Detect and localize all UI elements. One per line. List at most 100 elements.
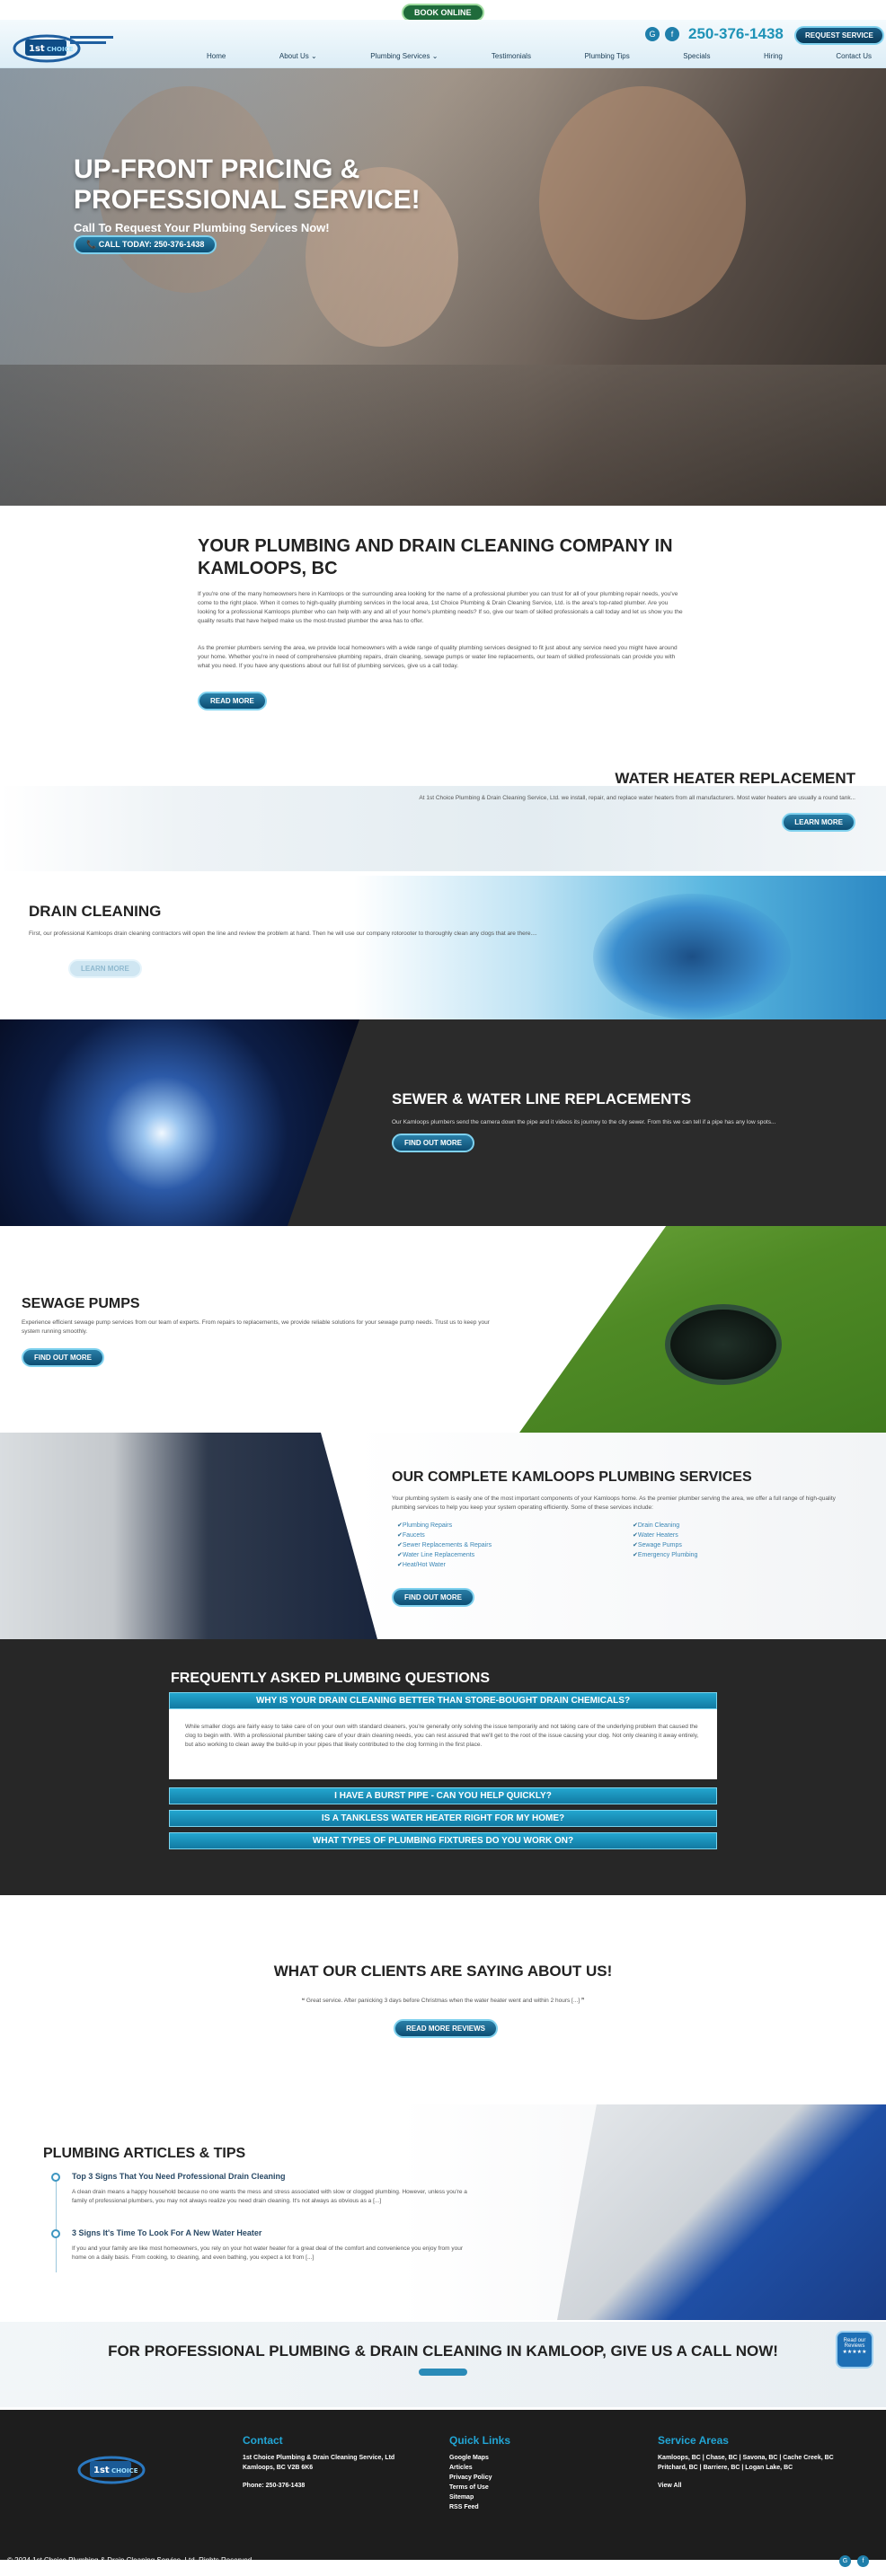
hero-banner	[0, 68, 886, 506]
about-title: YOUR PLUMBING AND DRAIN CLEANING COMPANY…	[198, 536, 673, 578]
services-text: Your plumbing system is easily one of th…	[392, 1495, 836, 1511]
copyright: © 2024 1st Choice Plumbing & Drain Clean…	[7, 2556, 253, 2564]
nav-item-testimonials[interactable]: Testimonials	[492, 52, 531, 60]
request-service-button[interactable]: REQUEST SERVICE	[794, 26, 884, 45]
nav-item-about[interactable]: About Us ⌄	[279, 52, 317, 60]
water-heater-learn-more-button[interactable]: LEARN MORE	[782, 813, 855, 832]
footer-areas-line-2: Pritchard, BC | Barriere, BC | Logan Lak…	[658, 2465, 793, 2471]
company-logo[interactable]: 1st CHOICE	[11, 27, 117, 65]
sewage-text: Experience efficient sewage pump service…	[22, 1319, 490, 1335]
cta-slider-bar[interactable]	[419, 2369, 467, 2376]
facebook-icon[interactable]: f	[857, 2555, 869, 2567]
sewer-find-out-more-button[interactable]: FIND OUT MORE	[392, 1134, 474, 1152]
service-link[interactable]: Water Heaters	[633, 1531, 697, 1540]
service-link[interactable]: Plumbing Repairs	[397, 1521, 492, 1531]
google-icon[interactable]: G	[839, 2555, 851, 2567]
footer-company-name: 1st Choice Plumbing & Drain Cleaning Ser…	[243, 2455, 395, 2461]
call-to-action-banner	[0, 2322, 886, 2407]
plumber-sink-photo	[557, 2104, 886, 2320]
footer-link[interactable]: Terms of Use	[449, 2483, 492, 2492]
footer-areas-line-1: Kamloops, BC | Chase, BC | Savona, BC | …	[658, 2455, 834, 2461]
facebook-icon[interactable]: f	[665, 27, 679, 41]
footer-links-heading: Quick Links	[449, 2434, 511, 2447]
footer-link[interactable]: RSS Feed	[449, 2502, 492, 2512]
services-title: OUR COMPLETE KAMLOOPS PLUMBING SERVICES	[392, 1469, 752, 1485]
nav-item-hiring[interactable]: Hiring	[764, 52, 783, 60]
services-list-right: Drain Cleaning Water Heaters Sewage Pump…	[633, 1521, 698, 1560]
manhole-graphic	[665, 1304, 782, 1385]
articles-title: PLUMBING ARTICLES & TIPS	[43, 2146, 246, 2161]
sewer-text: Our Kamloops plumbers send the camera do…	[392, 1119, 776, 1125]
faq-question-1[interactable]: WHY IS YOUR DRAIN CLEANING BETTER THAN S…	[169, 1692, 717, 1709]
nav-item-specials[interactable]: Specials	[683, 52, 710, 60]
faq-question-2[interactable]: I HAVE A BURST PIPE - CAN YOU HELP QUICK…	[169, 1787, 717, 1804]
water-heater-text: At 1st Choice Plumbing & Drain Cleaning …	[419, 795, 855, 801]
timeline-dot-icon	[51, 2173, 60, 2182]
footer-link[interactable]: Sitemap	[449, 2492, 492, 2502]
google-icon[interactable]: G	[645, 27, 660, 41]
hero-title: UP-FRONT PRICING & PROFESSIONAL SERVICE!	[74, 154, 421, 215]
drain-cleaning-section	[0, 876, 886, 1019]
services-list-left: Plumbing Repairs Faucets Sewer Replaceme…	[397, 1521, 492, 1570]
nav-item-tips[interactable]: Plumbing Tips	[584, 52, 629, 60]
main-nav: Home About Us ⌄ Plumbing Services ⌄ Test…	[207, 52, 872, 60]
footer-logo[interactable]: 1st CHOICE	[75, 2450, 183, 2486]
drain-cleaning-title: DRAIN CLEANING	[29, 903, 162, 920]
footer-link[interactable]: Google Maps	[449, 2453, 492, 2463]
footer-view-all-link[interactable]: View All	[658, 2481, 681, 2491]
water-heater-title: WATER HEATER REPLACEMENT	[615, 770, 855, 787]
article-2-title[interactable]: 3 Signs It's Time To Look For A New Wate…	[72, 2228, 261, 2237]
sewage-title: SEWAGE PUMPS	[22, 1296, 140, 1311]
sewer-title: SEWER & WATER LINE REPLACEMENTS	[392, 1090, 692, 1107]
service-link[interactable]: Emergency Plumbing	[633, 1550, 698, 1560]
service-link[interactable]: Drain Cleaning	[633, 1521, 697, 1531]
svg-text:CHOICE: CHOICE	[47, 46, 74, 53]
footer-links-list: Google Maps Articles Privacy Policy Term…	[449, 2453, 492, 2512]
services-find-out-more-button[interactable]: FIND OUT MORE	[392, 1588, 474, 1607]
book-online-button[interactable]: BOOK ONLINE	[402, 4, 484, 22]
reviews-badge[interactable]: Read our Reviews ★★★★★	[836, 2331, 873, 2369]
service-link[interactable]: Sewage Pumps	[633, 1540, 697, 1550]
hero-subtitle: Call To Request Your Plumbing Services N…	[74, 221, 330, 234]
read-more-reviews-button[interactable]: READ MORE REVIEWS	[394, 2019, 499, 2038]
read-more-button[interactable]: READ MORE	[198, 692, 267, 710]
footer-areas-heading: Service Areas	[658, 2434, 729, 2447]
svg-text:CHOICE: CHOICE	[111, 2467, 138, 2475]
service-link[interactable]: Water Line Replacements	[397, 1550, 492, 1560]
sewage-find-out-more-button[interactable]: FIND OUT MORE	[22, 1348, 104, 1367]
article-1-excerpt: A clean drain means a happy household be…	[72, 2189, 467, 2204]
service-link[interactable]: Faucets	[397, 1531, 492, 1540]
drain-cleaning-text: First, our professional Kamloops drain c…	[29, 931, 537, 937]
about-paragraph-2: As the premier plumbers serving the area…	[198, 645, 678, 669]
service-link[interactable]: Sewer Replacements & Repairs	[397, 1540, 492, 1550]
footer-phone[interactable]: Phone: 250-376-1438	[243, 2481, 305, 2491]
article-2-excerpt: If you and your family are like most hom…	[72, 2245, 464, 2261]
drain-learn-more-button[interactable]: LEARN MORE	[68, 959, 142, 978]
nav-item-services[interactable]: Plumbing Services ⌄	[370, 52, 438, 60]
nav-item-home[interactable]: Home	[207, 52, 226, 60]
faq-title: FREQUENTLY ASKED PLUMBING QUESTIONS	[171, 1671, 490, 1686]
article-1-title[interactable]: Top 3 Signs That You Need Professional D…	[72, 2172, 286, 2181]
drain-photo	[593, 894, 791, 1019]
svg-text:1st: 1st	[29, 44, 45, 54]
footer-link[interactable]: Privacy Policy	[449, 2473, 492, 2483]
faq-answer-1: While smaller clogs are fairly easy to t…	[169, 1709, 717, 1779]
svg-text:1st: 1st	[93, 2466, 110, 2475]
header-phone[interactable]: 250-376-1438	[688, 25, 784, 43]
reviews-title: WHAT OUR CLIENTS ARE SAYING ABOUT US!	[273, 1963, 613, 1980]
faq-question-4[interactable]: WHAT TYPES OF PLUMBING FIXTURES DO YOU W…	[169, 1832, 717, 1849]
plumber-tools-photo	[0, 1433, 377, 1639]
cta-title: FOR PROFESSIONAL PLUMBING & DRAIN CLEANI…	[108, 2342, 778, 2360]
review-quote: ❝ Great service. After panicking 3 days …	[301, 1998, 585, 2004]
footer-address: Kamloops, BC V2B 6K6	[243, 2465, 314, 2471]
nav-item-contact[interactable]: Contact Us	[836, 52, 872, 60]
footer-link[interactable]: Articles	[449, 2463, 492, 2473]
footer-contact-heading: Contact	[243, 2434, 283, 2447]
faq-question-3[interactable]: IS A TANKLESS WATER HEATER RIGHT FOR MY …	[169, 1810, 717, 1827]
timeline-line	[56, 2174, 57, 2272]
timeline-dot-icon	[51, 2229, 60, 2238]
service-link[interactable]: Heat/Hot Water	[397, 1560, 492, 1570]
call-today-button[interactable]: 📞 CALL TODAY: 250-376-1438	[74, 235, 217, 254]
hero-overlay	[0, 68, 886, 506]
about-paragraph-1: If you're one of the many homeowners her…	[198, 591, 683, 624]
